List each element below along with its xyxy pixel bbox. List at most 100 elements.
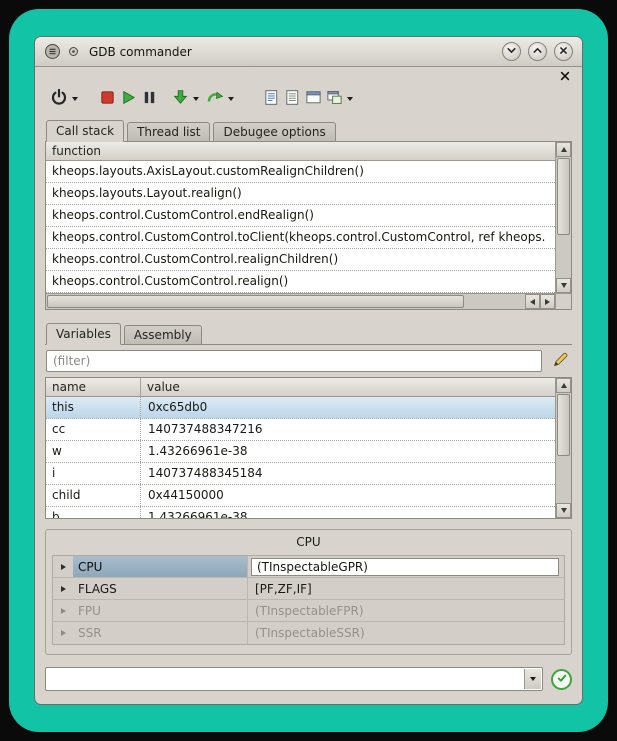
register-group-name: SSR	[73, 622, 248, 644]
arrow-up-icon	[561, 383, 567, 388]
variables-table: name value this 0xc65db0 cc 140737488347…	[45, 377, 572, 519]
call-stack-row[interactable]: kheops.control.CustomControl.endRealign(…	[46, 205, 555, 227]
dock-close-button[interactable]	[557, 70, 572, 84]
power-button[interactable]	[48, 87, 70, 111]
call-stack-rows: kheops.layouts.AxisLayout.customRealignC…	[46, 161, 555, 293]
caret-down-icon	[347, 97, 353, 101]
tab-variables[interactable]: Variables	[46, 323, 121, 345]
cpu-register-tree: CPU FLAGS [PF,ZF,IF] FPU	[52, 555, 565, 645]
filter-row	[45, 345, 572, 377]
variable-name: b	[46, 507, 141, 518]
combo-dropdown-button[interactable]	[524, 669, 541, 689]
step-into-dropdown-button[interactable]	[191, 87, 201, 111]
watch-window-button[interactable]	[303, 87, 324, 111]
pause-button[interactable]	[139, 87, 160, 111]
chevron-right-icon	[61, 564, 66, 570]
close-button[interactable]	[554, 42, 573, 61]
scroll-up-button[interactable]	[556, 142, 571, 157]
scrollbar-thumb[interactable]	[47, 295, 464, 308]
call-stack-row[interactable]: kheops.control.CustomControl.realignChil…	[46, 249, 555, 271]
variable-row[interactable]: child 0x44150000	[46, 485, 555, 507]
pause-icon	[141, 89, 158, 109]
vertical-scrollbar[interactable]	[555, 142, 571, 293]
register-value-input[interactable]	[251, 558, 559, 576]
filter-input[interactable]	[46, 350, 542, 372]
windows-icon	[326, 89, 343, 109]
scrollbar-track[interactable]	[556, 157, 571, 278]
app-icon[interactable]	[44, 43, 61, 60]
titlebar[interactable]: GDB commander	[35, 37, 582, 67]
chevron-up-icon	[531, 44, 544, 60]
command-combobox[interactable]	[45, 667, 543, 691]
command-list-button[interactable]	[282, 87, 303, 111]
command-input[interactable]	[46, 668, 542, 690]
vertical-scrollbar[interactable]	[555, 378, 571, 518]
scroll-up-button[interactable]	[556, 378, 571, 393]
register-group-row[interactable]: FPU (TInspectableFPR)	[53, 600, 564, 622]
register-group-row[interactable]: SSR (TInspectableSSR)	[53, 622, 564, 644]
play-icon	[120, 89, 137, 109]
variable-row[interactable]: i 140737488345184	[46, 463, 555, 485]
variable-row[interactable]: w 1.43266961e-38	[46, 441, 555, 463]
dock-header	[45, 69, 572, 84]
expand-button[interactable]	[53, 622, 73, 644]
call-stack-row[interactable]: kheops.control.CustomControl.realign()	[46, 271, 555, 293]
variable-value: 140737488347216	[141, 419, 555, 440]
register-group-value: (TInspectableSSR)	[248, 622, 564, 644]
call-stack-row[interactable]: kheops.layouts.AxisLayout.customRealignC…	[46, 161, 555, 183]
step-over-dropdown-button[interactable]	[226, 87, 236, 111]
stop-icon	[99, 89, 116, 109]
expand-button[interactable]	[53, 556, 73, 577]
tab-debugee-options[interactable]: Debugee options	[213, 122, 335, 141]
maximize-button[interactable]	[528, 42, 547, 61]
options-button[interactable]	[324, 87, 345, 111]
power-dropdown-button[interactable]	[70, 87, 80, 111]
variable-row[interactable]: b 1.43266961e-38	[46, 507, 555, 518]
send-command-button[interactable]	[551, 669, 572, 690]
document-icon	[263, 89, 280, 109]
register-group-row[interactable]: CPU	[53, 556, 564, 578]
filter-options-button[interactable]	[549, 350, 571, 372]
expand-button[interactable]	[53, 600, 73, 621]
tab-call-stack[interactable]: Call stack	[46, 120, 124, 142]
step-into-button[interactable]	[170, 87, 191, 111]
scroll-left-button[interactable]	[525, 294, 540, 309]
step-over-button[interactable]	[204, 87, 226, 111]
close-icon	[557, 44, 570, 60]
scrollbar-track[interactable]	[46, 294, 525, 309]
power-icon	[50, 88, 68, 109]
run-button[interactable]	[118, 87, 139, 111]
variables-tabbar: Variables Assembly	[45, 322, 572, 345]
expand-button[interactable]	[53, 578, 73, 599]
column-header-function[interactable]: function	[46, 142, 555, 161]
register-group-name: FPU	[73, 600, 248, 621]
window-title: GDB commander	[89, 45, 192, 59]
command-bar	[45, 667, 572, 691]
register-value-text: (TInspectableSSR)	[251, 626, 365, 640]
gdb-output-button[interactable]	[261, 87, 282, 111]
column-header-value[interactable]: value	[141, 378, 555, 396]
variable-row[interactable]: cc 140737488347216	[46, 419, 555, 441]
pin-icon[interactable]	[68, 46, 79, 57]
column-header-name[interactable]: name	[46, 378, 141, 396]
minimize-button[interactable]	[502, 42, 521, 61]
call-stack-row[interactable]: kheops.layouts.Layout.realign()	[46, 183, 555, 205]
arrow-down-icon	[561, 283, 567, 288]
scrollbar-track[interactable]	[556, 393, 571, 503]
scroll-right-button[interactable]	[540, 294, 555, 309]
chevron-right-icon	[61, 630, 66, 636]
scrollbar-thumb[interactable]	[557, 394, 570, 456]
scrollbar-thumb[interactable]	[557, 158, 570, 235]
tab-assembly[interactable]: Assembly	[124, 325, 202, 344]
variable-row[interactable]: this 0xc65db0	[46, 397, 555, 419]
horizontal-scrollbar[interactable]	[46, 293, 555, 309]
call-stack-row[interactable]: kheops.control.CustomControl.toClient(kh…	[46, 227, 555, 249]
variable-value: 1.43266961e-38	[141, 507, 555, 518]
variable-name: this	[46, 397, 141, 418]
stop-button[interactable]	[97, 87, 118, 111]
register-group-row[interactable]: FLAGS [PF,ZF,IF]	[53, 578, 564, 600]
options-dropdown-button[interactable]	[345, 87, 355, 111]
scroll-down-button[interactable]	[556, 278, 571, 293]
scroll-down-button[interactable]	[556, 503, 571, 518]
tab-thread-list[interactable]: Thread list	[127, 122, 210, 141]
